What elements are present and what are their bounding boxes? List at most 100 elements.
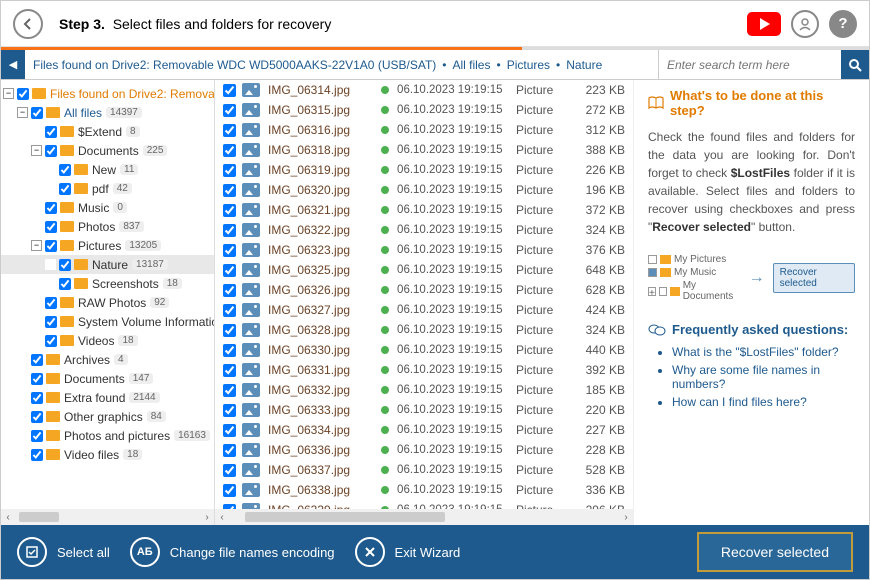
file-row[interactable]: IMG_06318.jpg06.10.2023 19:19:15Picture3… <box>215 140 633 160</box>
help-icon[interactable]: ? <box>829 10 857 38</box>
faq-item[interactable]: How can I find files here? <box>672 395 855 409</box>
tree-item[interactable]: −Documents225 <box>1 141 214 160</box>
tree-checkbox[interactable] <box>31 354 43 366</box>
back-button[interactable] <box>13 9 43 39</box>
tree-item[interactable]: Other graphics84 <box>1 407 214 426</box>
tree-item[interactable]: Nature13187 <box>1 255 214 274</box>
tree-checkbox[interactable] <box>45 145 57 157</box>
tree-item[interactable]: Videos18 <box>1 331 214 350</box>
exit-wizard-button[interactable]: Exit Wizard <box>355 537 461 567</box>
file-row[interactable]: IMG_06319.jpg06.10.2023 19:19:15Picture2… <box>215 160 633 180</box>
file-checkbox[interactable] <box>223 284 236 297</box>
collapse-icon[interactable]: − <box>31 145 42 156</box>
tree-checkbox[interactable] <box>59 278 71 290</box>
file-row[interactable]: IMG_06321.jpg06.10.2023 19:19:15Picture3… <box>215 200 633 220</box>
tree-item[interactable]: Music0 <box>1 198 214 217</box>
tree-item[interactable]: $Extend8 <box>1 122 214 141</box>
tree-item[interactable]: Archives4 <box>1 350 214 369</box>
select-all-button[interactable]: Select all <box>17 537 110 567</box>
file-checkbox[interactable] <box>223 164 236 177</box>
tree-item[interactable]: Video files18 <box>1 445 214 464</box>
search-button[interactable] <box>841 50 869 79</box>
file-checkbox[interactable] <box>223 444 236 457</box>
collapse-icon[interactable]: − <box>17 107 28 118</box>
file-checkbox[interactable] <box>223 264 236 277</box>
file-row[interactable]: IMG_06327.jpg06.10.2023 19:19:15Picture4… <box>215 300 633 320</box>
file-checkbox[interactable] <box>223 104 236 117</box>
file-checkbox[interactable] <box>223 384 236 397</box>
file-checkbox[interactable] <box>223 484 236 497</box>
tree-scrollbar[interactable]: ‹› <box>1 509 214 525</box>
faq-item[interactable]: Why are some file names in numbers? <box>672 363 855 391</box>
search-input[interactable] <box>659 50 841 79</box>
tree-item[interactable]: New11 <box>1 160 214 179</box>
file-row[interactable]: IMG_06326.jpg06.10.2023 19:19:15Picture6… <box>215 280 633 300</box>
filelist-scrollbar[interactable]: ‹› <box>215 509 633 525</box>
file-checkbox[interactable] <box>223 124 236 137</box>
tree-checkbox[interactable] <box>59 164 71 176</box>
file-row[interactable]: IMG_06328.jpg06.10.2023 19:19:15Picture3… <box>215 320 633 340</box>
youtube-icon[interactable] <box>747 12 781 36</box>
tree-item[interactable]: System Volume Information2 <box>1 312 214 331</box>
file-row[interactable]: IMG_06325.jpg06.10.2023 19:19:15Picture6… <box>215 260 633 280</box>
tree-item[interactable]: RAW Photos92 <box>1 293 214 312</box>
file-row[interactable]: IMG_06322.jpg06.10.2023 19:19:15Picture3… <box>215 220 633 240</box>
tree-checkbox[interactable] <box>45 297 57 309</box>
tree-checkbox[interactable] <box>31 411 43 423</box>
file-row[interactable]: IMG_06339.jpg06.10.2023 19:19:15Picture2… <box>215 500 633 509</box>
collapse-icon[interactable]: − <box>3 88 14 99</box>
tree-checkbox[interactable] <box>45 221 57 233</box>
file-checkbox[interactable] <box>223 424 236 437</box>
file-checkbox[interactable] <box>223 204 236 217</box>
nav-back-button[interactable]: ◀ <box>1 50 25 79</box>
tree-checkbox[interactable] <box>59 259 71 271</box>
file-row[interactable]: IMG_06315.jpg06.10.2023 19:19:15Picture2… <box>215 100 633 120</box>
file-checkbox[interactable] <box>223 224 236 237</box>
file-row[interactable]: IMG_06336.jpg06.10.2023 19:19:15Picture2… <box>215 440 633 460</box>
tree-root[interactable]: − Files found on Drive2: Removab <box>1 84 214 103</box>
tree-checkbox[interactable] <box>59 183 71 195</box>
file-checkbox[interactable] <box>223 464 236 477</box>
encoding-button[interactable]: AБ Change file names encoding <box>130 537 335 567</box>
tree-checkbox[interactable] <box>31 373 43 385</box>
tree-item[interactable]: Documents147 <box>1 369 214 388</box>
tree-checkbox[interactable] <box>45 126 57 138</box>
tree-checkbox[interactable] <box>45 335 57 347</box>
file-row[interactable]: IMG_06323.jpg06.10.2023 19:19:15Picture3… <box>215 240 633 260</box>
faq-item[interactable]: What is the "$LostFiles" folder? <box>672 345 855 359</box>
file-checkbox[interactable] <box>223 244 236 257</box>
tree-checkbox[interactable] <box>31 107 43 119</box>
tree-checkbox[interactable] <box>45 316 57 328</box>
tree-checkbox[interactable] <box>31 449 43 461</box>
collapse-icon[interactable]: − <box>31 240 42 251</box>
tree-checkbox[interactable] <box>45 202 57 214</box>
file-row[interactable]: IMG_06314.jpg06.10.2023 19:19:15Picture2… <box>215 80 633 100</box>
file-checkbox[interactable] <box>223 404 236 417</box>
tree-checkbox[interactable] <box>17 88 29 100</box>
tree-item[interactable]: −Pictures13205 <box>1 236 214 255</box>
tree-item[interactable]: −All files14397 <box>1 103 214 122</box>
file-row[interactable]: IMG_06331.jpg06.10.2023 19:19:15Picture3… <box>215 360 633 380</box>
tree-checkbox[interactable] <box>45 240 57 252</box>
file-row[interactable]: IMG_06337.jpg06.10.2023 19:19:15Picture5… <box>215 460 633 480</box>
tree-item[interactable]: Extra found2144 <box>1 388 214 407</box>
user-icon[interactable] <box>791 10 819 38</box>
file-row[interactable]: IMG_06338.jpg06.10.2023 19:19:15Picture3… <box>215 480 633 500</box>
file-checkbox[interactable] <box>223 304 236 317</box>
file-checkbox[interactable] <box>223 84 236 97</box>
tree-checkbox[interactable] <box>31 392 43 404</box>
file-row[interactable]: IMG_06320.jpg06.10.2023 19:19:15Picture1… <box>215 180 633 200</box>
recover-selected-button[interactable]: Recover selected <box>697 532 853 572</box>
file-checkbox[interactable] <box>223 184 236 197</box>
file-checkbox[interactable] <box>223 144 236 157</box>
file-checkbox[interactable] <box>223 344 236 357</box>
file-checkbox[interactable] <box>223 324 236 337</box>
file-row[interactable]: IMG_06334.jpg06.10.2023 19:19:15Picture2… <box>215 420 633 440</box>
tree-item[interactable]: pdf42 <box>1 179 214 198</box>
file-row[interactable]: IMG_06330.jpg06.10.2023 19:19:15Picture4… <box>215 340 633 360</box>
file-row[interactable]: IMG_06333.jpg06.10.2023 19:19:15Picture2… <box>215 400 633 420</box>
file-row[interactable]: IMG_06316.jpg06.10.2023 19:19:15Picture3… <box>215 120 633 140</box>
tree-item[interactable]: Photos837 <box>1 217 214 236</box>
tree-checkbox[interactable] <box>31 430 43 442</box>
tree-item[interactable]: Photos and pictures16163 <box>1 426 214 445</box>
